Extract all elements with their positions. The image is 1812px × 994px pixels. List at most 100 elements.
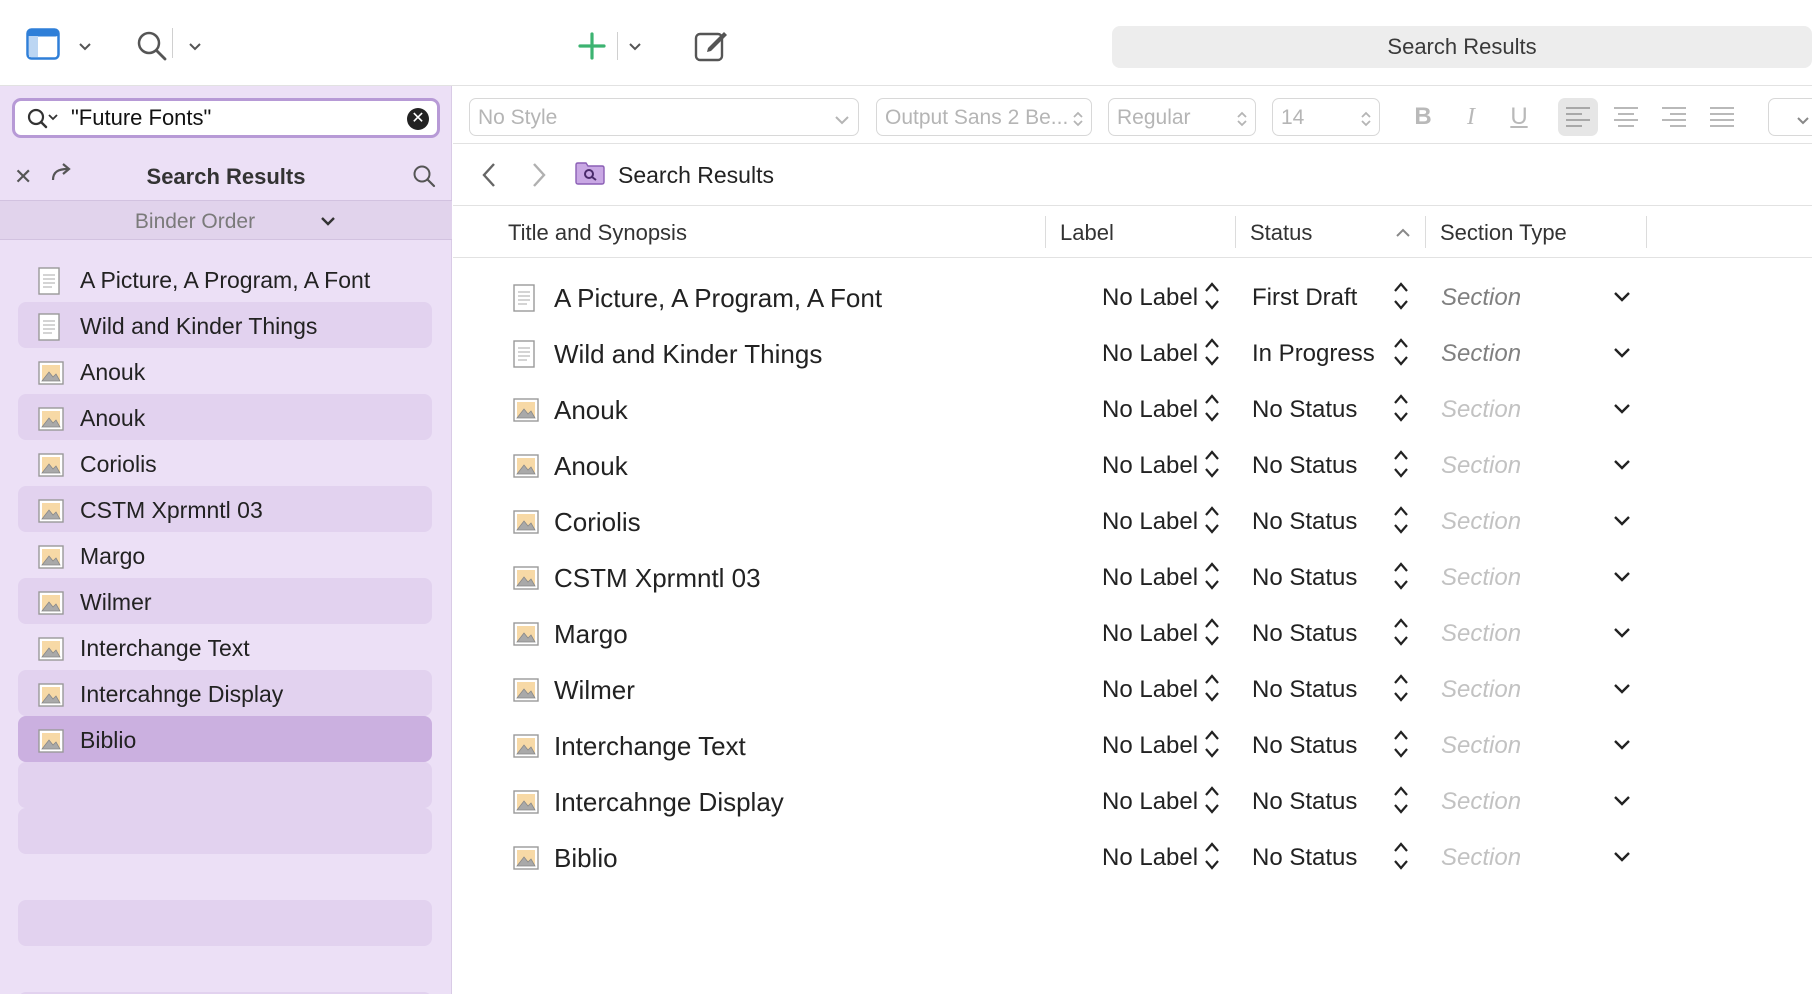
row-section-type[interactable]: Section <box>1441 620 1521 648</box>
column-header-label[interactable]: Label <box>1060 220 1114 246</box>
outline-row[interactable]: Coriolis No Label No Status Section <box>453 494 1812 550</box>
chevron-down-icon[interactable] <box>1613 738 1631 757</box>
row-status[interactable]: No Status <box>1252 844 1357 872</box>
row-section-type[interactable]: Section <box>1441 452 1521 480</box>
row-label[interactable]: No Label <box>1102 508 1198 536</box>
row-label[interactable]: No Label <box>1102 844 1198 872</box>
row-section-type[interactable]: Section <box>1441 676 1521 704</box>
row-status[interactable]: No Status <box>1252 732 1357 760</box>
row-label[interactable]: No Label <box>1102 340 1198 368</box>
column-header-status[interactable]: Status <box>1250 220 1312 246</box>
row-label[interactable]: No Label <box>1102 732 1198 760</box>
add-icon[interactable] <box>578 32 606 60</box>
chevron-down-icon[interactable] <box>1613 682 1631 701</box>
label-stepper-icon[interactable] <box>1203 616 1221 653</box>
bold-button[interactable]: B <box>1403 98 1443 136</box>
add-chevron-icon[interactable] <box>628 40 642 54</box>
row-section-type[interactable]: Section <box>1441 284 1521 312</box>
column-header-title[interactable]: Title and Synopsis <box>508 220 687 246</box>
chevron-down-icon[interactable] <box>1613 626 1631 645</box>
paragraph-style-select[interactable]: No Style <box>469 98 859 136</box>
chevron-down-icon[interactable] <box>1613 514 1631 533</box>
row-section-type[interactable]: Section <box>1441 788 1521 816</box>
outline-row[interactable]: Wild and Kinder Things No Label In Progres… <box>453 326 1812 382</box>
label-stepper-icon[interactable] <box>1203 728 1221 765</box>
underline-button[interactable]: U <box>1499 98 1539 136</box>
binder-item[interactable]: Interchange Text <box>18 624 432 670</box>
row-section-type[interactable]: Section <box>1441 732 1521 760</box>
column-divider[interactable] <box>1045 216 1046 248</box>
chevron-down-icon[interactable] <box>320 214 336 233</box>
row-status[interactable]: No Status <box>1252 564 1357 592</box>
status-stepper-icon[interactable] <box>1392 504 1410 541</box>
align-right-button[interactable] <box>1654 98 1694 136</box>
binder-item[interactable]: Anouk <box>18 348 432 394</box>
row-status[interactable]: In Progress <box>1252 340 1375 368</box>
label-stepper-icon[interactable] <box>1203 280 1221 317</box>
row-section-type[interactable]: Section <box>1441 844 1521 872</box>
line-spacing-select[interactable] <box>1768 98 1812 136</box>
label-stepper-icon[interactable] <box>1203 336 1221 373</box>
sort-ascending-icon[interactable] <box>1395 226 1411 244</box>
label-stepper-icon[interactable] <box>1203 560 1221 597</box>
outline-row[interactable]: Anouk No Label No Status Section <box>453 438 1812 494</box>
column-divider[interactable] <box>1425 216 1426 248</box>
row-section-type[interactable]: Section <box>1441 508 1521 536</box>
row-status[interactable]: First Draft <box>1252 284 1357 312</box>
status-stepper-icon[interactable] <box>1392 840 1410 877</box>
row-section-type[interactable]: Section <box>1441 396 1521 424</box>
chevron-down-icon[interactable] <box>1613 458 1631 477</box>
row-label[interactable]: No Label <box>1102 676 1198 704</box>
row-status[interactable]: No Status <box>1252 620 1357 648</box>
outline-row[interactable]: Intercahnge Display No Label No Status Sect… <box>453 774 1812 830</box>
view-layout-icon[interactable] <box>26 28 60 60</box>
find-icon[interactable] <box>412 164 436 193</box>
binder-sort-selector[interactable]: Binder Order <box>0 200 452 240</box>
row-section-type[interactable]: Section <box>1441 340 1521 368</box>
view-layout-chevron-icon[interactable] <box>78 40 92 54</box>
row-label[interactable]: No Label <box>1102 564 1198 592</box>
chevron-down-icon[interactable] <box>1613 570 1631 589</box>
outline-row[interactable]: CSTM Xprmntl 03 No Label No Status Section <box>453 550 1812 606</box>
outline-row[interactable]: Anouk No Label No Status Section <box>453 382 1812 438</box>
row-status[interactable]: No Status <box>1252 676 1357 704</box>
binder-item[interactable]: CSTM Xprmntl 03 <box>18 486 432 532</box>
align-left-button[interactable] <box>1558 98 1598 136</box>
project-search-field[interactable]: ✕ <box>12 98 440 138</box>
outline-row[interactable]: Margo No Label No Status Section <box>453 606 1812 662</box>
row-status[interactable]: No Status <box>1252 788 1357 816</box>
label-stepper-icon[interactable] <box>1203 840 1221 877</box>
row-label[interactable]: No Label <box>1102 284 1198 312</box>
row-label[interactable]: No Label <box>1102 788 1198 816</box>
binder-item[interactable]: Intercahnge Display <box>18 670 432 716</box>
binder-item[interactable]: Margo <box>18 532 432 578</box>
status-stepper-icon[interactable] <box>1392 728 1410 765</box>
status-stepper-icon[interactable] <box>1392 280 1410 317</box>
font-size-select[interactable]: 14 <box>1272 98 1380 136</box>
italic-button[interactable]: I <box>1451 98 1491 136</box>
align-center-button[interactable] <box>1606 98 1646 136</box>
chevron-down-icon[interactable] <box>1613 794 1631 813</box>
search-chevron-icon[interactable] <box>188 40 202 54</box>
row-status[interactable]: No Status <box>1252 396 1357 424</box>
align-justify-button[interactable] <box>1702 98 1742 136</box>
clear-search-icon[interactable]: ✕ <box>407 108 429 130</box>
search-input[interactable] <box>71 105 401 131</box>
back-icon[interactable] <box>481 162 497 193</box>
binder-item[interactable]: Anouk <box>18 394 432 440</box>
status-stepper-icon[interactable] <box>1392 392 1410 429</box>
font-weight-select[interactable]: Regular <box>1108 98 1256 136</box>
chevron-down-icon[interactable] <box>1613 290 1631 309</box>
outline-row[interactable]: Wilmer No Label No Status Section <box>453 662 1812 718</box>
status-stepper-icon[interactable] <box>1392 560 1410 597</box>
font-family-select[interactable]: Output Sans 2 Be... <box>876 98 1092 136</box>
status-stepper-icon[interactable] <box>1392 616 1410 653</box>
binder-item[interactable]: Coriolis <box>18 440 432 486</box>
chevron-down-icon[interactable] <box>1613 850 1631 869</box>
row-status[interactable]: No Status <box>1252 452 1357 480</box>
column-header-section-type[interactable]: Section Type <box>1440 220 1567 246</box>
status-stepper-icon[interactable] <box>1392 336 1410 373</box>
search-icon[interactable] <box>136 30 168 62</box>
search-options-icon[interactable] <box>27 108 61 135</box>
row-label[interactable]: No Label <box>1102 452 1198 480</box>
